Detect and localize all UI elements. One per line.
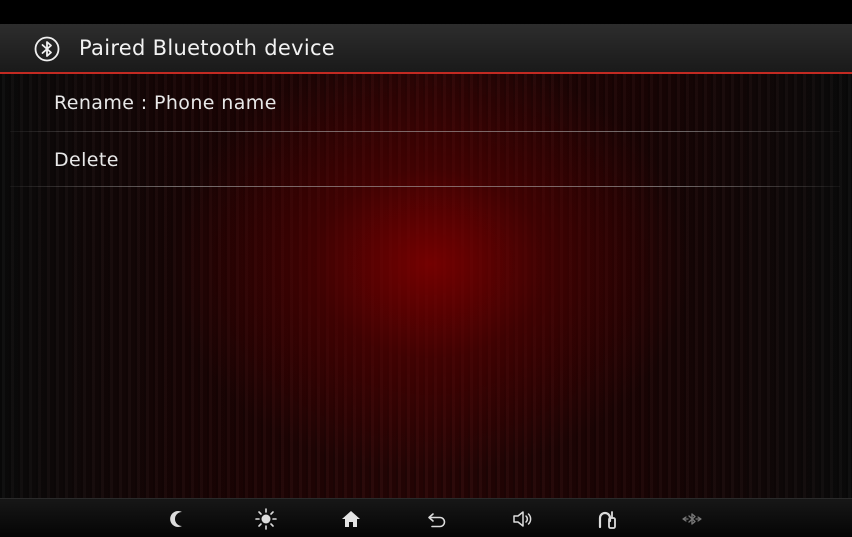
volume-icon[interactable] [511, 507, 535, 531]
home-icon[interactable] [339, 507, 363, 531]
page-title: Paired Bluetooth device [79, 36, 336, 60]
back-icon[interactable] [425, 507, 449, 531]
top-strip [0, 0, 852, 24]
rename-label: Rename : Phone name [54, 92, 277, 114]
bluetooth-connection-icon[interactable] [680, 507, 704, 531]
screen: Paired Bluetooth device Rename : Phone n… [0, 0, 852, 537]
rename-menu-item[interactable]: Rename : Phone name [0, 74, 852, 130]
delete-menu-item[interactable]: Delete [0, 131, 852, 187]
menu-divider [10, 186, 840, 187]
bottom-toolbar [0, 498, 852, 537]
phone-projection-icon[interactable] [596, 507, 620, 531]
brightness-icon[interactable] [254, 507, 278, 531]
bluetooth-icon [34, 36, 60, 62]
menu-list: Rename : Phone name Delete [0, 74, 852, 498]
moon-icon[interactable] [168, 507, 192, 531]
header-bar: Paired Bluetooth device [0, 24, 852, 74]
delete-label: Delete [54, 149, 119, 171]
